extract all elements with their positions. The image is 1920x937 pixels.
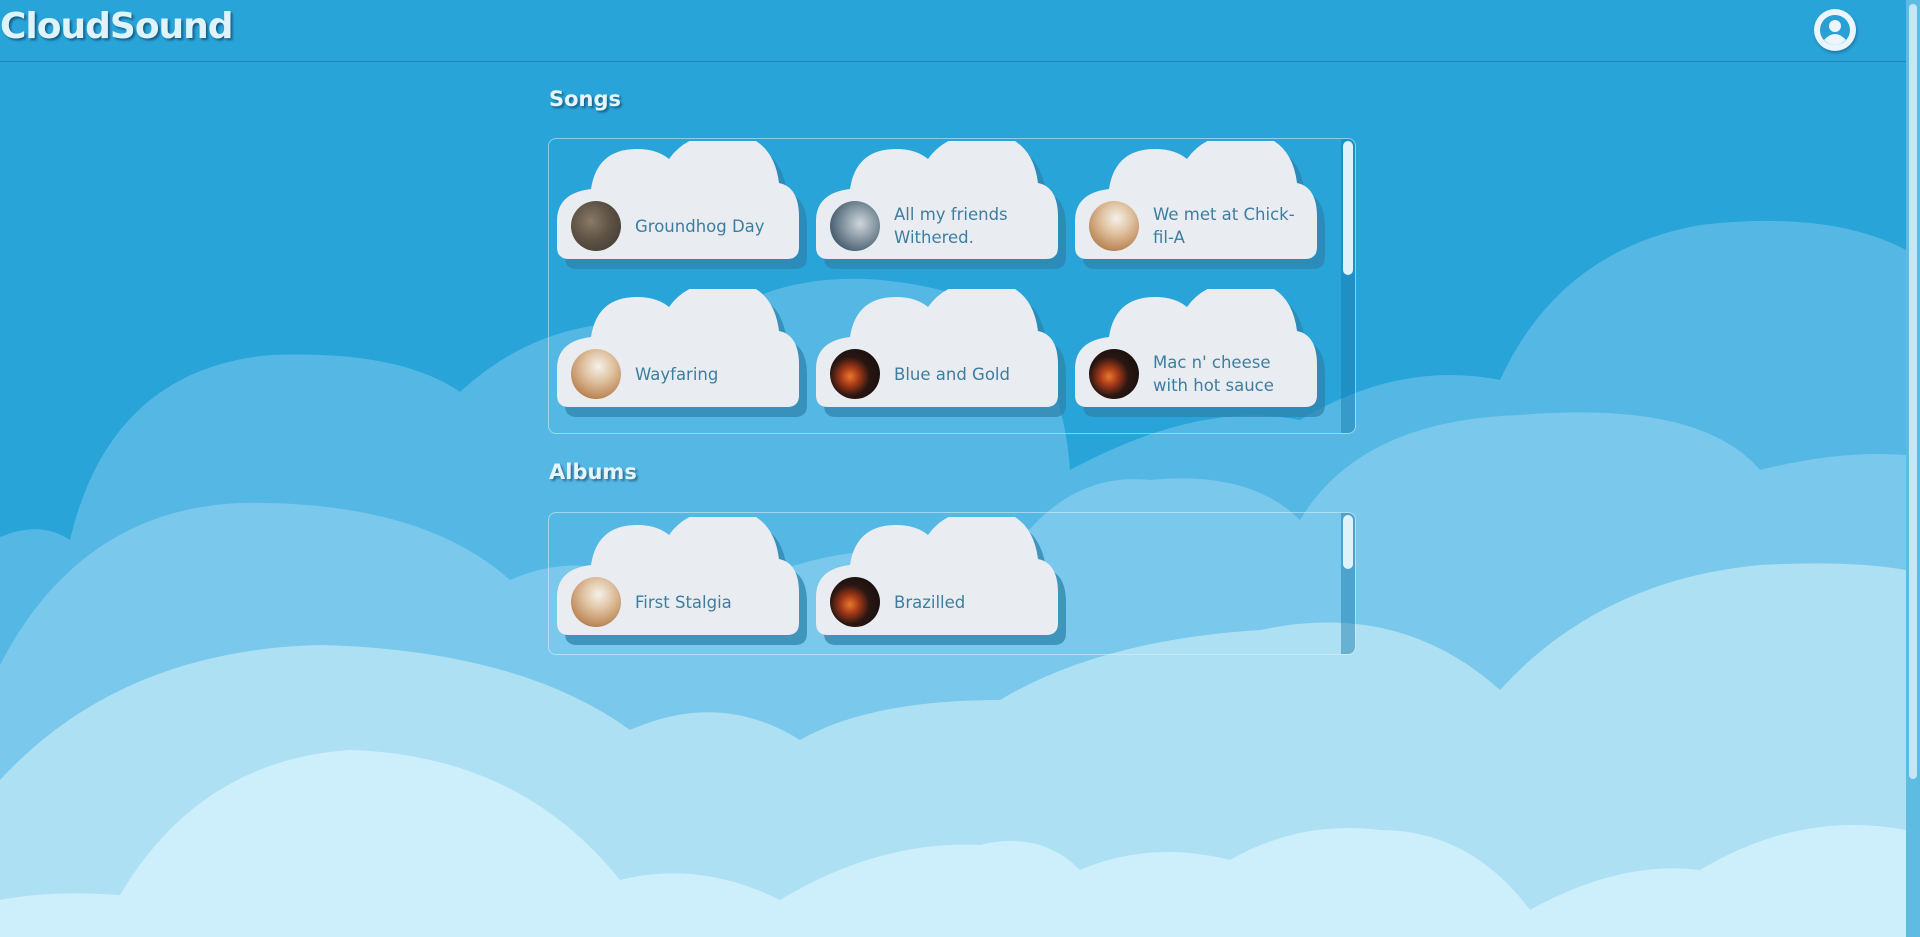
milkshake-cover bbox=[571, 577, 621, 627]
fire-cover bbox=[830, 577, 880, 627]
song-title: Wayfaring bbox=[635, 364, 719, 384]
page-scrollbar-thumb[interactable] bbox=[1909, 4, 1917, 779]
album-title: First Stalgia bbox=[635, 592, 732, 612]
brand-logo[interactable]: CloudSound bbox=[0, 6, 234, 47]
song-title: Blue and Gold bbox=[894, 364, 1010, 384]
fire-cover bbox=[830, 349, 880, 399]
song-card[interactable]: All my friends Withered. bbox=[814, 141, 1068, 273]
songs-scrollbar-thumb[interactable] bbox=[1343, 141, 1353, 275]
albums-heading: Albums bbox=[549, 460, 637, 484]
top-bar: CloudSound bbox=[0, 0, 1906, 62]
albums-panel: First Stalgia Brazilled bbox=[548, 512, 1356, 655]
milkshake-cover bbox=[571, 349, 621, 399]
album-title: Brazilled bbox=[894, 592, 966, 612]
song-card[interactable]: We met at Chick-fil-A bbox=[1073, 141, 1327, 273]
albums-scrollbar-thumb[interactable] bbox=[1343, 515, 1353, 569]
milkshake-cover bbox=[1089, 201, 1139, 251]
songs-heading: Songs bbox=[549, 87, 622, 111]
song-title: All my friends Withered. bbox=[894, 205, 1008, 247]
user-profile-button[interactable] bbox=[1814, 9, 1856, 51]
rocky-cover bbox=[571, 201, 621, 251]
song-title: We met at Chick-fil-A bbox=[1153, 205, 1295, 247]
songs-scrollbar[interactable] bbox=[1341, 139, 1355, 433]
bird-cover bbox=[830, 201, 880, 251]
fire-cover bbox=[1089, 349, 1139, 399]
song-card[interactable]: Wayfaring bbox=[555, 289, 809, 421]
song-card[interactable]: Groundhog Day bbox=[555, 141, 809, 273]
page-scrollbar[interactable] bbox=[1906, 0, 1920, 937]
user-avatar-icon bbox=[1820, 15, 1850, 45]
songs-panel: Groundhog Day All my friends Withered. W… bbox=[548, 138, 1356, 434]
song-title: Mac n' cheese with hot sauce bbox=[1153, 353, 1274, 395]
song-title: Groundhog Day bbox=[635, 216, 765, 236]
song-card[interactable]: Mac n' cheese with hot sauce bbox=[1073, 289, 1327, 421]
albums-scrollbar[interactable] bbox=[1341, 513, 1355, 654]
album-card[interactable]: Brazilled bbox=[814, 517, 1068, 649]
song-card[interactable]: Blue and Gold bbox=[814, 289, 1068, 421]
album-card[interactable]: First Stalgia bbox=[555, 517, 809, 649]
